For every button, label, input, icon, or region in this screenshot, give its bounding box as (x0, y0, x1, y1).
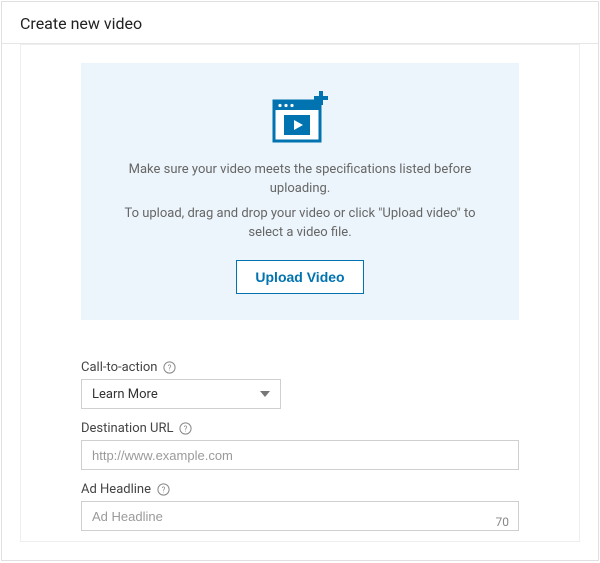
svg-text:?: ? (162, 486, 166, 495)
ad-headline-input[interactable] (81, 501, 519, 531)
destination-url-input[interactable] (81, 440, 519, 470)
ad-headline-label-row: Ad Headline ? (81, 482, 519, 497)
cta-select[interactable]: Learn More (81, 379, 281, 409)
destination-url-label-row: Destination URL ? (81, 421, 519, 436)
dialog-title: Create new video (2, 2, 598, 44)
upload-video-button[interactable]: Upload Video (236, 260, 363, 294)
dropzone-text-1: Make sure your video meets the specifica… (121, 161, 479, 199)
help-icon[interactable]: ? (157, 483, 170, 496)
content-panel: Make sure your video meets the specifica… (20, 44, 580, 542)
create-video-dialog: Create new video M (1, 1, 599, 561)
ad-headline-label: Ad Headline (81, 482, 151, 497)
dropzone-text-2: To upload, drag and drop your video or c… (121, 205, 479, 243)
destination-url-label: Destination URL (81, 421, 173, 436)
help-icon[interactable]: ? (163, 361, 176, 374)
video-form: Call-to-action ? Learn More Destination … (81, 360, 519, 543)
svg-text:?: ? (184, 425, 188, 434)
cta-label: Call-to-action (81, 360, 157, 375)
cta-label-row: Call-to-action ? (81, 360, 519, 375)
upload-dropzone[interactable]: Make sure your video meets the specifica… (81, 63, 519, 320)
video-upload-icon (264, 87, 336, 151)
dialog-body: Make sure your video meets the specifica… (2, 44, 598, 560)
cta-select-value: Learn More (92, 387, 158, 402)
svg-text:?: ? (168, 364, 172, 373)
ad-headline-wrap: 70 (81, 501, 519, 543)
help-icon[interactable]: ? (179, 422, 192, 435)
chevron-down-icon (260, 391, 270, 397)
